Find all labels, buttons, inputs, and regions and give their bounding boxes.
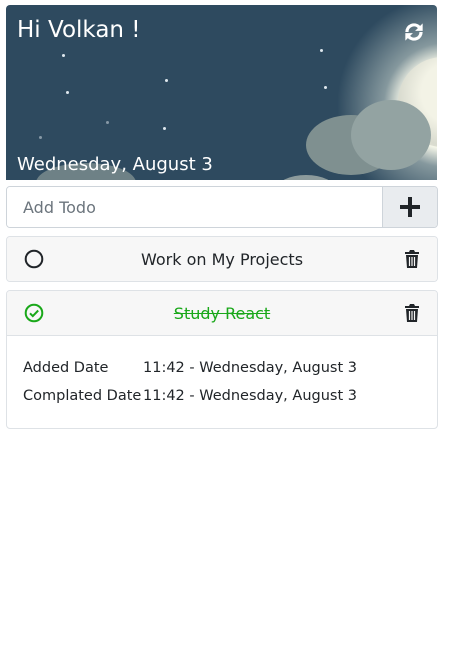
completed-date-row: Complated Date 11:42 - Wednesday, August … [23,382,421,410]
detail-label: Added Date [23,360,109,376]
circle-icon[interactable] [24,249,44,269]
todo-item-completed: Study React Added Date 11:42 - Wednesday,… [6,290,438,429]
current-date: Wednesday, August 3 [17,154,213,175]
trash-icon[interactable] [402,303,422,323]
check-circle-icon[interactable] [24,303,44,323]
detail-value: 11:42 - Wednesday, August 3 [143,388,357,404]
detail-label: Complated Date [23,388,142,404]
add-todo-input[interactable] [7,187,382,227]
header-banner: Hi Volkan ! Wednesday, August 3 [6,5,437,180]
add-todo-button[interactable] [382,187,437,227]
todo-details: Added Date 11:42 - Wednesday, August 3 Co… [7,335,437,428]
greeting: Hi Volkan ! [17,17,141,43]
sync-icon[interactable] [401,19,427,45]
todo-title: Work on My Projects [140,249,304,269]
detail-value: 11:42 - Wednesday, August 3 [143,360,357,376]
added-date-row: Added Date 11:42 - Wednesday, August 3 [23,354,421,382]
trash-icon[interactable] [402,249,422,269]
todo-item: Work on My Projects [6,236,438,282]
add-todo-group [6,186,438,228]
plus-icon [400,197,420,217]
todo-title: Study React [173,303,271,323]
